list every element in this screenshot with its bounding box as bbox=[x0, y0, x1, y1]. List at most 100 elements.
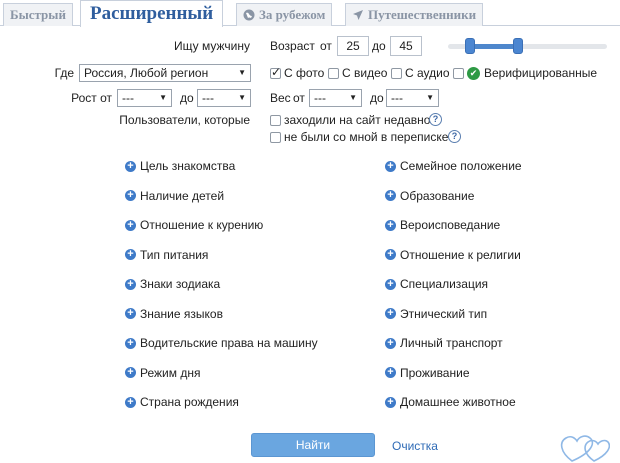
region-select[interactable]: Россия, Любой регион ▼ bbox=[79, 64, 251, 82]
left-filter-item[interactable]: + Наличие детей bbox=[125, 189, 224, 203]
chevron-down-icon: ▼ bbox=[426, 93, 434, 102]
no-correspondence-checkbox[interactable]: не были со мной в переписке bbox=[270, 130, 448, 144]
filter-label: Водительские права на машину bbox=[140, 336, 318, 350]
plane-icon bbox=[352, 6, 364, 27]
hearts-logo-icon bbox=[558, 428, 611, 463]
help-icon[interactable]: ? bbox=[448, 130, 461, 143]
right-filter-item[interactable]: + Личный транспорт bbox=[385, 336, 503, 350]
plus-circle-icon: + bbox=[385, 308, 396, 319]
right-filter-item[interactable]: + Домашнее животное bbox=[385, 395, 516, 409]
age-slider-range bbox=[469, 44, 518, 49]
plus-circle-icon: + bbox=[385, 396, 396, 408]
right-filter-item[interactable]: + Этнический тип bbox=[385, 307, 487, 321]
filter-label: Наличие детей bbox=[140, 188, 225, 203]
filter-label: Отношение к религии bbox=[400, 247, 521, 262]
filter-label: Домашнее животное bbox=[400, 395, 516, 409]
age-from-input[interactable]: 25 bbox=[337, 36, 369, 56]
right-filter-item[interactable]: + Проживание bbox=[385, 366, 470, 380]
weight-from-label: от bbox=[293, 91, 305, 105]
plus-circle-icon: + bbox=[125, 308, 136, 319]
plus-circle-icon: + bbox=[125, 249, 136, 260]
plus-circle-icon: + bbox=[385, 367, 396, 378]
with-video-checkbox[interactable]: С видео bbox=[328, 66, 387, 80]
plus-circle-icon: + bbox=[385, 160, 396, 172]
filter-label: Режим дня bbox=[140, 365, 201, 380]
left-filter-item[interactable]: + Режим дня bbox=[125, 366, 200, 380]
users-label: Пользователи, которые bbox=[119, 113, 250, 127]
checkbox-box bbox=[328, 67, 339, 79]
filter-label: Проживание bbox=[400, 365, 470, 380]
globe-icon bbox=[243, 6, 255, 27]
checkbox-box bbox=[270, 131, 281, 143]
filter-label: Страна рождения bbox=[140, 395, 239, 409]
chevron-down-icon: ▼ bbox=[349, 93, 357, 102]
age-to-input[interactable]: 45 bbox=[390, 36, 422, 56]
weight-from-select[interactable]: --- ▼ bbox=[309, 89, 362, 107]
left-filter-item[interactable]: + Знание языков bbox=[125, 307, 223, 321]
plus-circle-icon: + bbox=[125, 160, 136, 172]
weight-to-label: до bbox=[370, 91, 384, 105]
plus-circle-icon: + bbox=[125, 278, 136, 290]
clear-link[interactable]: Очистка bbox=[392, 439, 438, 453]
age-to-label: до bbox=[372, 39, 386, 53]
with-audio-checkbox[interactable]: С аудио bbox=[391, 66, 450, 80]
left-filter-item[interactable]: + Водительские права на машину bbox=[125, 336, 318, 350]
find-button[interactable]: Найти bbox=[251, 433, 375, 457]
checkbox-box bbox=[453, 67, 464, 79]
tab-quick[interactable]: Быстрый bbox=[3, 3, 73, 26]
right-filter-item[interactable]: + Вероисповедание bbox=[385, 218, 500, 232]
chevron-down-icon: ▼ bbox=[238, 68, 246, 77]
filter-label: Этнический тип bbox=[400, 306, 488, 321]
tab-advanced[interactable]: Расширенный bbox=[80, 0, 224, 27]
filter-label: Семейное положение bbox=[400, 159, 522, 173]
seeking-label: Ищу мужчину bbox=[174, 39, 250, 53]
chevron-down-icon: ▼ bbox=[159, 93, 167, 102]
search-tabs: Быстрый Расширенный За рубежом Путешеств… bbox=[0, 0, 620, 27]
filter-label: Вероисповедание bbox=[400, 218, 501, 232]
right-filter-item[interactable]: + Отношение к религии bbox=[385, 248, 521, 262]
left-filter-item[interactable]: + Цель знакомства bbox=[125, 159, 235, 173]
left-filter-item[interactable]: + Знаки зодиака bbox=[125, 277, 220, 291]
right-filter-item[interactable]: + Специализация bbox=[385, 277, 488, 291]
plus-circle-icon: + bbox=[125, 190, 136, 201]
age-slider-handle-from[interactable] bbox=[464, 38, 475, 54]
height-label: Рост от bbox=[71, 91, 112, 105]
plus-circle-icon: + bbox=[125, 396, 136, 408]
tab-abroad[interactable]: За рубежом bbox=[236, 3, 333, 27]
plus-circle-icon: + bbox=[385, 337, 396, 349]
tab-travelers[interactable]: Путешественники bbox=[345, 3, 484, 27]
verified-check-icon: ✔ bbox=[467, 66, 480, 80]
filter-label: Образование bbox=[400, 188, 475, 203]
filter-label: Отношение к курению bbox=[140, 218, 264, 232]
checkbox-box bbox=[270, 65, 281, 79]
weight-label: Вес bbox=[270, 91, 291, 105]
right-filter-item[interactable]: + Образование bbox=[385, 189, 474, 203]
left-filter-item[interactable]: + Тип питания bbox=[125, 248, 208, 262]
left-filter-item[interactable]: + Отношение к курению bbox=[125, 218, 263, 232]
help-icon[interactable]: ? bbox=[429, 113, 442, 126]
plus-circle-icon: + bbox=[385, 278, 396, 290]
right-filter-item[interactable]: + Семейное положение bbox=[385, 159, 522, 173]
plus-circle-icon: + bbox=[125, 367, 136, 378]
left-filter-item[interactable]: + Страна рождения bbox=[125, 395, 239, 409]
age-slider-handle-to[interactable] bbox=[512, 38, 523, 54]
plus-circle-icon: + bbox=[385, 219, 396, 231]
verified-checkbox[interactable]: ✔ Верифицированные bbox=[453, 66, 597, 80]
height-from-select[interactable]: --- ▼ bbox=[117, 89, 172, 107]
height-to-select[interactable]: --- ▼ bbox=[197, 89, 251, 107]
chevron-down-icon: ▼ bbox=[238, 93, 246, 102]
with-photo-checkbox[interactable]: С фото bbox=[270, 65, 324, 80]
filter-label: Личный транспорт bbox=[400, 336, 503, 350]
filter-label: Цель знакомства bbox=[140, 159, 236, 173]
plus-circle-icon: + bbox=[125, 219, 136, 231]
filter-label: Знаки зодиака bbox=[140, 277, 221, 291]
age-label: Возраст bbox=[270, 39, 315, 53]
checkbox-box bbox=[270, 114, 281, 126]
plus-circle-icon: + bbox=[125, 337, 136, 349]
checkbox-box bbox=[391, 67, 402, 79]
plus-circle-icon: + bbox=[385, 249, 396, 260]
weight-to-select[interactable]: --- ▼ bbox=[386, 89, 439, 107]
filter-label: Знание языков bbox=[140, 306, 223, 321]
visited-recently-checkbox[interactable]: заходили на сайт недавно bbox=[270, 113, 430, 127]
filter-label: Тип питания bbox=[140, 247, 209, 262]
